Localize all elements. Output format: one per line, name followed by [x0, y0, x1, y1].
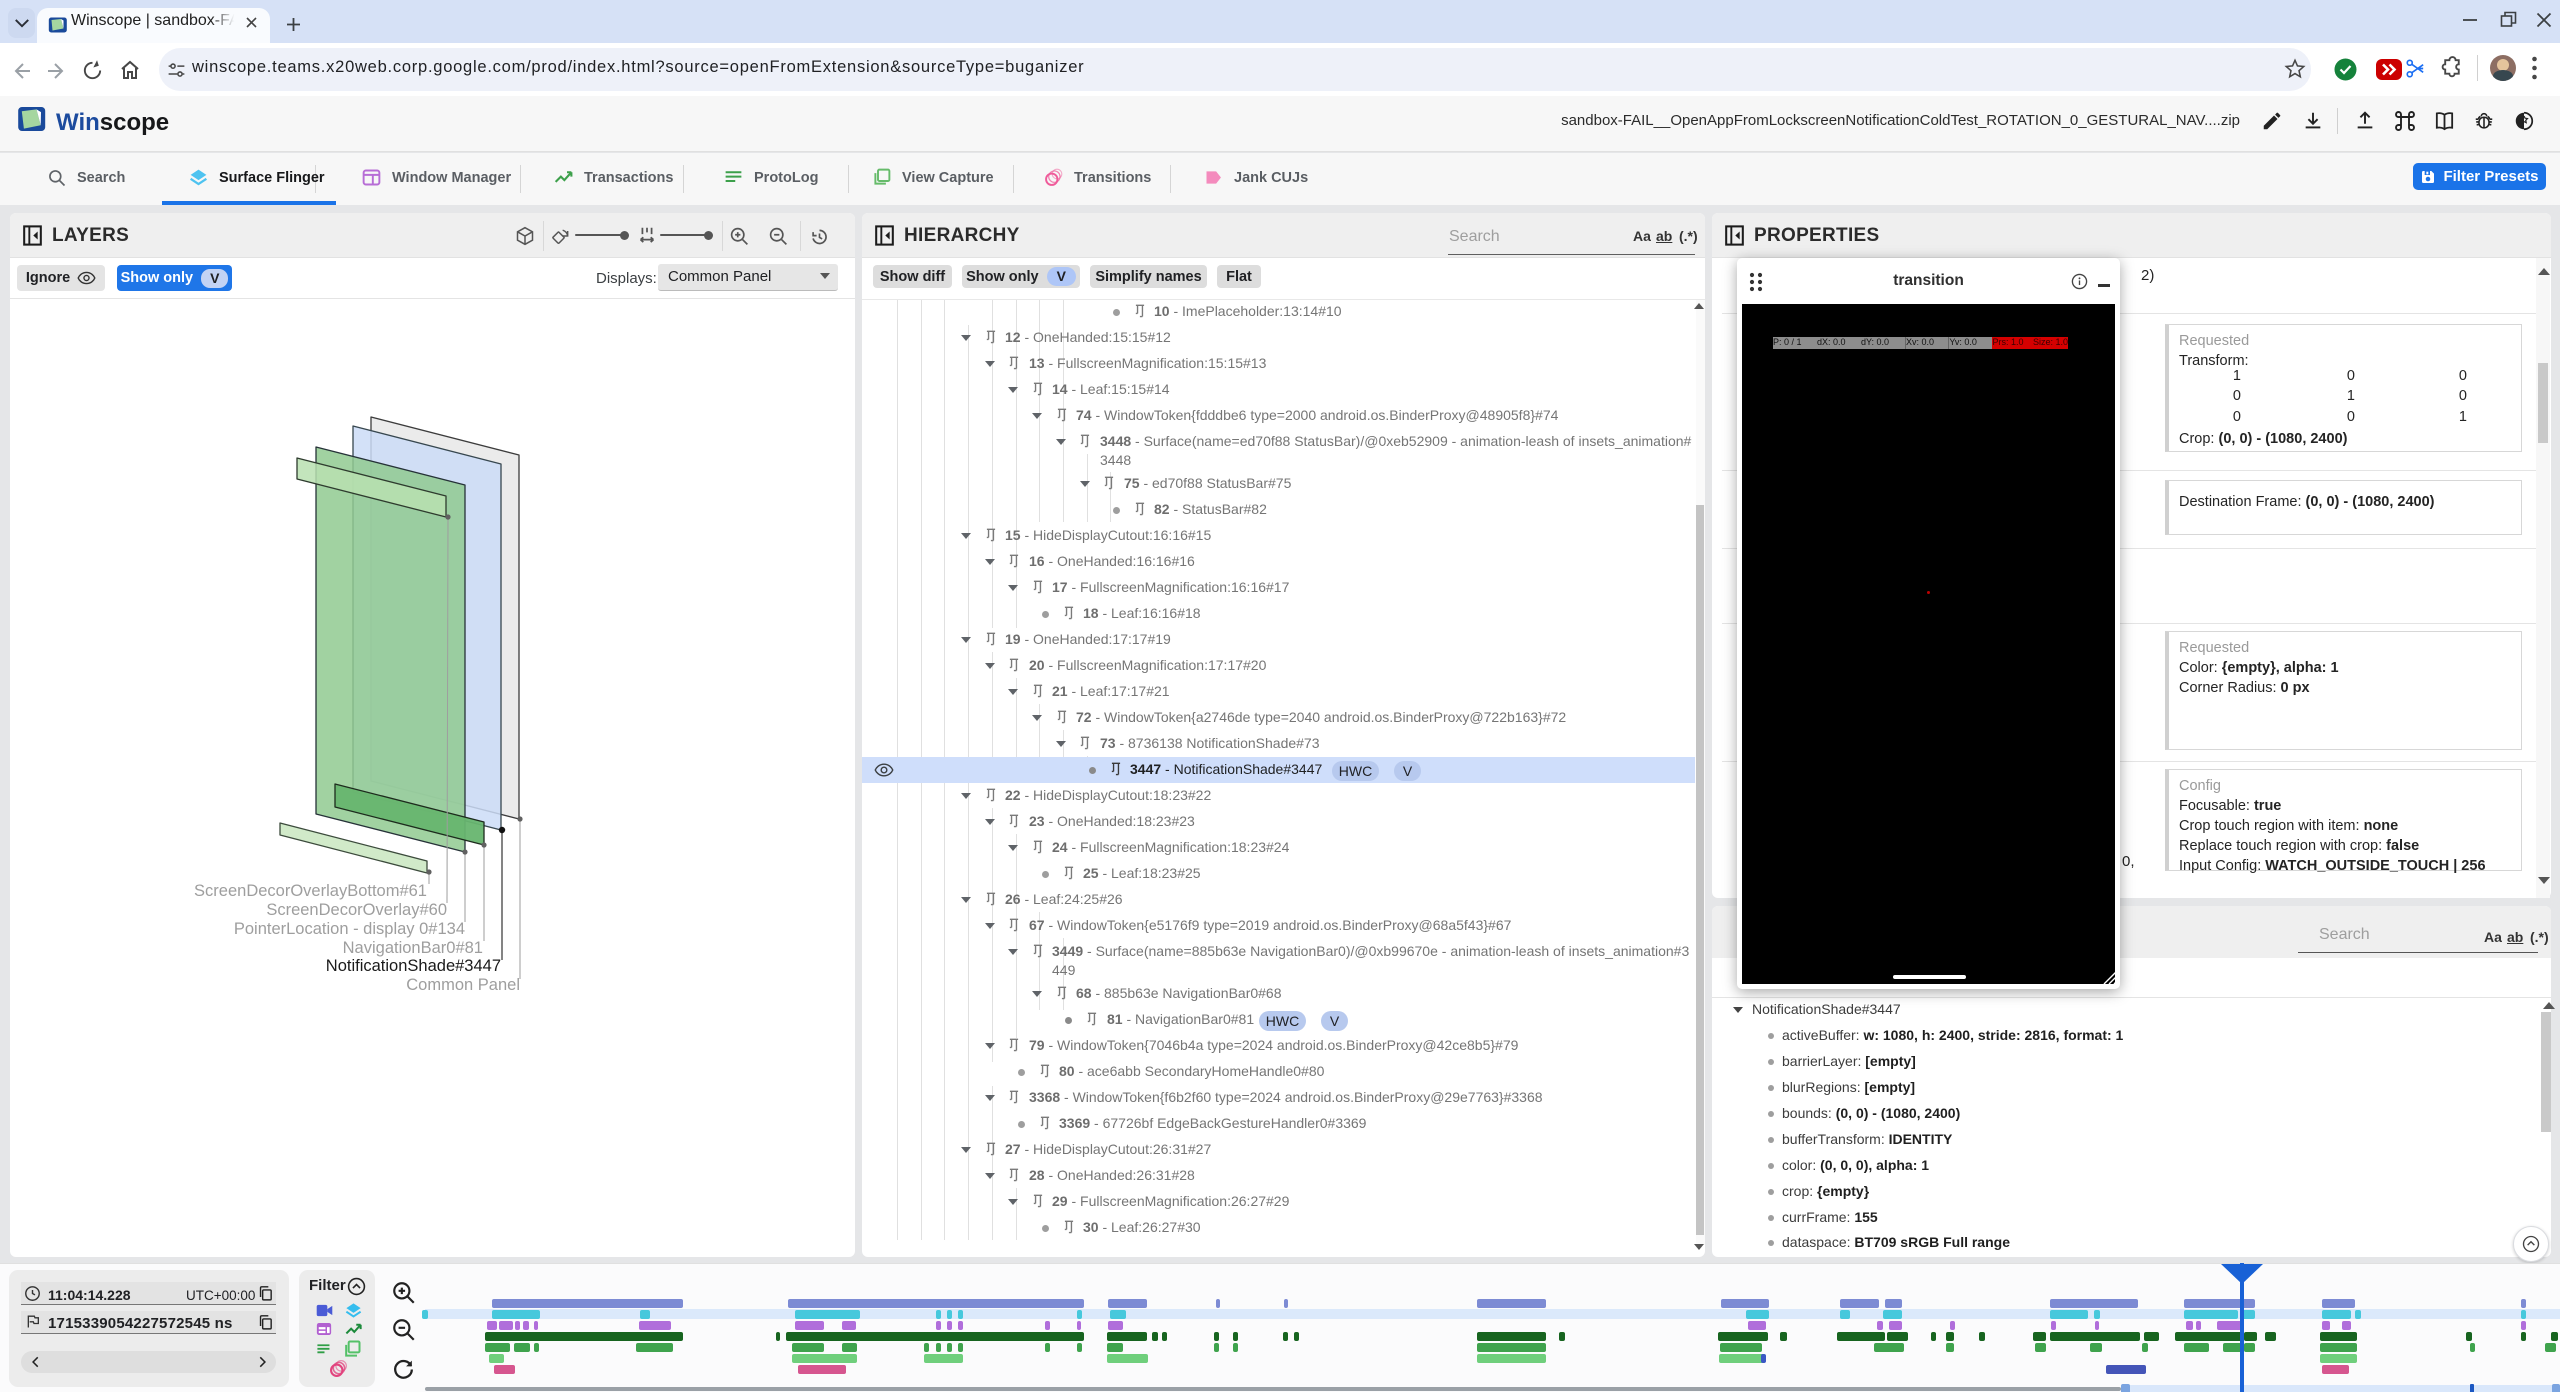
- svg-text:NavigationBar0#81: NavigationBar0#81: [343, 939, 483, 957]
- svg-text:NotificationShade#3447: NotificationShade#3447: [326, 957, 501, 975]
- svg-text:ScreenDecorOverlayBottom#61: ScreenDecorOverlayBottom#61: [194, 882, 427, 900]
- svg-text:Common Panel: Common Panel: [406, 976, 520, 994]
- svg-text:ScreenDecorOverlay#60: ScreenDecorOverlay#60: [266, 901, 447, 919]
- svg-text:PointerLocation - display 0#13: PointerLocation - display 0#134: [234, 920, 465, 938]
